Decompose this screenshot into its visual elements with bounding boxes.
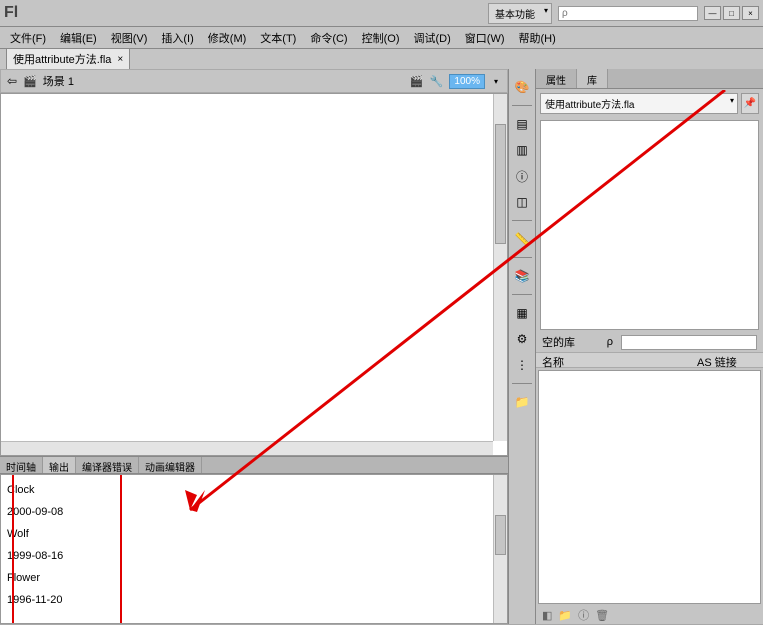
output-scrollbar[interactable]	[493, 475, 507, 623]
output-content: Clock 2000-09-08 Wolf 1999-08-16 Flower …	[1, 475, 507, 615]
align-icon[interactable]: ▤	[512, 114, 532, 134]
library-list[interactable]	[538, 370, 761, 604]
info-icon[interactable]: ⓘ	[512, 166, 532, 186]
menu-text[interactable]: 文本(T)	[254, 28, 302, 48]
delete-icon[interactable]: 🗑	[595, 609, 609, 622]
gear-icon[interactable]: ⚙	[512, 329, 532, 349]
pin-library-icon[interactable]: 📌	[741, 93, 759, 114]
edit-scene-icon[interactable]: 🎬	[409, 74, 423, 88]
maximize-button[interactable]: □	[723, 6, 740, 20]
library-empty-label: 空的库	[542, 334, 575, 350]
tab-compiler-errors[interactable]: 编译器错误	[76, 457, 139, 473]
zoom-dropdown-icon[interactable]: ▾	[491, 77, 501, 86]
menu-insert[interactable]: 插入(I)	[155, 28, 199, 48]
output-line: Clock	[7, 479, 501, 501]
menu-edit[interactable]: 编辑(E)	[54, 28, 103, 48]
menu-view[interactable]: 视图(V)	[105, 28, 154, 48]
search-box[interactable]	[558, 6, 698, 21]
palette-icon[interactable]: 🎨	[512, 77, 532, 97]
output-line: 1999-08-16	[7, 545, 501, 567]
output-panel: Clock 2000-09-08 Wolf 1999-08-16 Flower …	[0, 474, 508, 624]
column-as-link[interactable]: AS 链接	[697, 354, 757, 366]
horizontal-scrollbar[interactable]	[1, 441, 493, 455]
file-tab-close-icon[interactable]: ×	[117, 54, 123, 65]
zoom-field[interactable]: 100%	[449, 74, 485, 89]
ruler-icon[interactable]: 📏	[512, 229, 532, 249]
document-icon[interactable]: ▦	[512, 303, 532, 323]
tool-strip: 🎨 ▤ ▥ ⓘ ◫ 📏 📚 ▦ ⚙ ⋮ 📁	[508, 69, 536, 624]
output-line: 1996-11-20	[7, 589, 501, 611]
menu-help[interactable]: 帮助(H)	[513, 28, 562, 48]
dots-icon[interactable]: ⋮	[512, 355, 532, 375]
file-tab-name: 使用attribute方法.fla	[13, 51, 111, 67]
menu-command[interactable]: 命令(C)	[304, 28, 353, 48]
minimize-button[interactable]: —	[704, 6, 721, 20]
back-button[interactable]: ⇦	[7, 74, 17, 88]
menu-control[interactable]: 控制(O)	[356, 28, 406, 48]
tab-motion-editor[interactable]: 动画编辑器	[139, 457, 202, 473]
menu-file[interactable]: 文件(F)	[4, 28, 52, 48]
search-input[interactable]	[562, 8, 694, 19]
library-icon[interactable]: 📚	[512, 266, 532, 286]
output-line: 2000-09-08	[7, 501, 501, 523]
properties-icon[interactable]: ⓘ	[578, 607, 589, 623]
transform-icon[interactable]: ◫	[512, 192, 532, 212]
output-line: Wolf	[7, 523, 501, 545]
vertical-scrollbar[interactable]	[493, 94, 507, 441]
scene-title: 场景 1	[43, 73, 74, 89]
menu-modify[interactable]: 修改(M)	[202, 28, 253, 48]
output-line: Flower	[7, 567, 501, 589]
column-name[interactable]: 名称	[542, 354, 697, 366]
scene-icon: 🎬	[23, 75, 37, 88]
library-file-dropdown[interactable]: 使用attribute方法.fla	[540, 93, 738, 114]
tab-output[interactable]: 输出	[43, 457, 76, 473]
tab-library[interactable]: 库	[577, 69, 608, 88]
menu-bar: 文件(F) 编辑(E) 视图(V) 插入(I) 修改(M) 文本(T) 命令(C…	[0, 27, 763, 49]
close-button[interactable]: ×	[742, 6, 759, 20]
menu-debug[interactable]: 调试(D)	[408, 28, 457, 48]
workspace-dropdown[interactable]: 基本功能	[488, 3, 552, 24]
stage-canvas[interactable]	[0, 93, 508, 456]
edit-symbol-icon[interactable]: 🔧	[429, 74, 443, 88]
menu-window[interactable]: 窗口(W)	[459, 28, 511, 48]
tab-properties[interactable]: 属性	[536, 69, 577, 88]
library-preview	[540, 120, 759, 330]
layers-icon[interactable]: ▥	[512, 140, 532, 160]
file-tab[interactable]: 使用attribute方法.fla ×	[6, 48, 130, 69]
library-search-input[interactable]	[621, 335, 757, 350]
library-toolbar: ◧ 📁 ⓘ 🗑	[536, 606, 763, 624]
new-folder-icon[interactable]: 📁	[558, 609, 572, 622]
folder-icon[interactable]: 📁	[512, 392, 532, 412]
tab-timeline[interactable]: 时间轴	[0, 457, 43, 473]
new-symbol-icon[interactable]: ◧	[542, 609, 552, 622]
search-icon: ρ	[607, 336, 613, 348]
app-logo: Fl	[4, 4, 34, 22]
